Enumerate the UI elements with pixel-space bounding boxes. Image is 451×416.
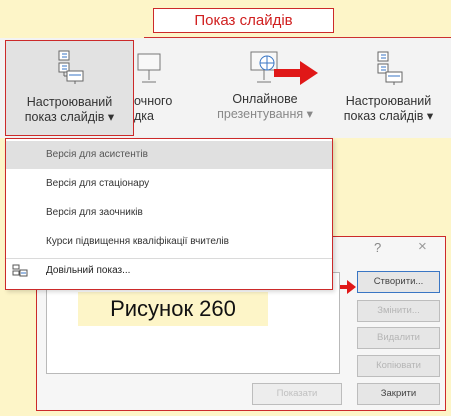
custom-slideshow-button-right[interactable]: Настроюваний показ слайдів ▾ <box>326 40 451 136</box>
close-icon[interactable]: × <box>418 238 427 255</box>
from-start-label: очного дка <box>134 94 173 123</box>
ribbon-tab-slideshow[interactable]: Показ слайдів <box>153 8 334 33</box>
new-button[interactable]: Створити... <box>357 271 440 293</box>
dropdown-item[interactable]: Версія для стаціонару <box>6 170 332 198</box>
figure-caption: Рисунок 260 <box>78 292 268 326</box>
show-button[interactable]: Показати <box>252 383 342 405</box>
help-button[interactable]: ? <box>374 240 381 255</box>
close-button[interactable]: Закрити <box>357 383 440 405</box>
custom-slideshow-label: Настроюваний показ слайдів ▾ <box>24 95 115 124</box>
dropdown-item[interactable]: Версія для заочників <box>6 199 332 227</box>
red-arrow-icon <box>274 61 318 85</box>
red-arrow-small-icon <box>340 280 356 294</box>
copy-button[interactable]: Копіювати <box>357 355 440 377</box>
from-start-button[interactable]: очного дка <box>126 40 196 136</box>
dropdown-item[interactable]: Курси підвищення кваліфікації вчителів <box>6 228 332 256</box>
online-present-label: Онлайнове презентування ▾ <box>217 92 313 121</box>
edit-button[interactable]: Змінити... <box>357 300 440 322</box>
custom-show-menu-item[interactable]: Довільний показ... <box>6 259 332 285</box>
remove-button[interactable]: Видалити <box>357 327 440 349</box>
custom-slideshow-label-right: Настроюваний показ слайдів ▾ <box>343 94 434 123</box>
projector-icon <box>137 53 161 83</box>
custom-slideshow-button[interactable]: Настроюваний показ слайдів ▾ <box>5 40 134 136</box>
custom-slideshow-icon <box>58 50 83 84</box>
dropdown-item[interactable]: Версія для асистентів <box>6 141 332 169</box>
online-present-button[interactable]: Онлайнове презентування ▾ <box>205 40 325 136</box>
custom-slideshow-icon <box>377 51 402 85</box>
